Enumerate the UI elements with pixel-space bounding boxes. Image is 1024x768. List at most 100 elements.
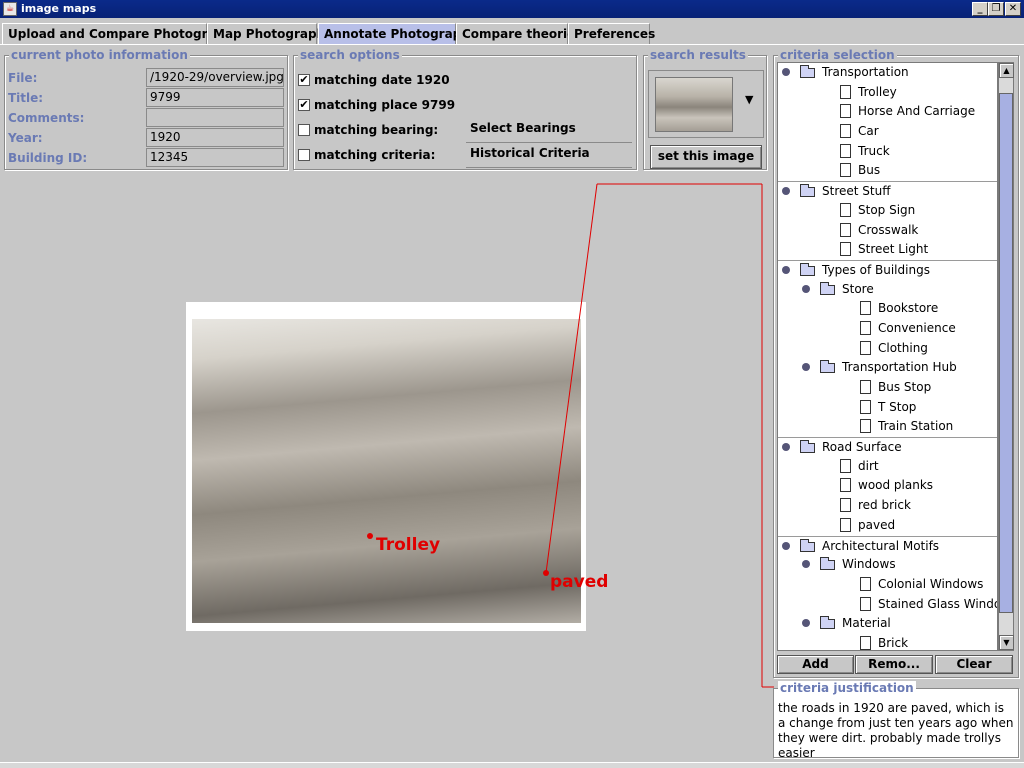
tree-scrollbar[interactable]: ▲ ▼ <box>998 62 1014 651</box>
tree-item-label: Colonial Windows <box>878 576 984 591</box>
tree-item-label: Convenience <box>878 320 956 335</box>
tree-item-label: Material <box>842 616 891 631</box>
scroll-up-icon[interactable]: ▲ <box>999 63 1014 78</box>
trolley-annotation-label[interactable]: Trolley <box>376 535 440 555</box>
document-icon <box>840 222 851 237</box>
document-icon <box>840 498 851 513</box>
tree-leaf-row[interactable]: Bookstore <box>778 299 997 319</box>
tree-item-label: Crosswalk <box>858 222 919 237</box>
folder-icon <box>800 262 815 276</box>
expand-bullet-icon[interactable] <box>782 68 790 76</box>
document-icon <box>840 458 851 473</box>
tree-item-label: Transportation <box>822 65 909 79</box>
trolley-marker[interactable] <box>367 533 373 539</box>
tree-item-label: Bus <box>858 163 881 178</box>
tree-leaf-row[interactable]: Stop Sign <box>778 201 997 221</box>
tree-leaf-row[interactable]: Truck <box>778 142 997 162</box>
tree-folder-row[interactable]: Road Surface <box>778 437 997 457</box>
tree-leaf-row[interactable]: T Stop <box>778 398 997 418</box>
tree-item-label: Types of Buildings <box>822 262 930 277</box>
tree-folder-row[interactable]: Architectural Motifs <box>778 535 997 556</box>
expand-bullet-icon[interactable] <box>802 619 810 628</box>
document-icon <box>860 340 871 355</box>
folder-icon <box>820 557 835 571</box>
criteria-title: criteria selection <box>778 48 897 62</box>
document-icon <box>860 419 871 434</box>
tree-item-label: Windows <box>842 557 896 572</box>
tree-item-label: Bookstore <box>878 301 939 316</box>
tree-item-label: Street Stuff <box>822 184 891 199</box>
tree-leaf-row[interactable]: red brick <box>778 496 997 516</box>
tree-folder-row[interactable]: Store <box>778 280 997 300</box>
document-icon <box>840 242 851 257</box>
tree-folder-row[interactable]: Transportation Hub <box>778 358 997 378</box>
criteria-tree[interactable]: Transportation Trolley Horse And Carriage C… <box>777 62 998 651</box>
tree-item-label: Brick <box>878 635 909 650</box>
tree-leaf-row[interactable]: Convenience <box>778 319 997 339</box>
tree-folder-row[interactable]: Transportation <box>778 63 997 83</box>
tree-leaf-row[interactable]: Car <box>778 122 997 142</box>
expand-bullet-icon[interactable] <box>802 560 810 569</box>
tree-item-label: T Stop <box>878 399 917 414</box>
expand-bullet-icon[interactable] <box>782 187 790 196</box>
tree-leaf-row[interactable]: Stained Glass Windows <box>778 595 997 615</box>
folder-icon <box>800 184 815 198</box>
expand-bullet-icon[interactable] <box>802 284 810 293</box>
folder-icon <box>820 616 835 630</box>
tree-leaf-row[interactable]: paved <box>778 516 997 536</box>
paved-marker[interactable] <box>543 570 549 576</box>
clear-button[interactable]: Clear <box>935 655 1013 674</box>
folder-icon <box>800 538 815 552</box>
tree-item-label: Clothing <box>878 340 928 355</box>
expand-bullet-icon[interactable] <box>782 265 790 274</box>
tree-item-label: red brick <box>858 498 911 513</box>
remove-button[interactable]: Remo... <box>855 655 933 674</box>
tree-item-label: Store <box>842 281 874 296</box>
tree-leaf-row[interactable]: Train Station <box>778 417 997 437</box>
tree-leaf-row[interactable]: Brick <box>778 634 997 650</box>
tree-leaf-row[interactable]: Bus Stop <box>778 378 997 398</box>
leader-line-diagonal <box>545 183 598 574</box>
tree-leaf-row[interactable]: dirt <box>778 457 997 477</box>
document-icon <box>840 84 851 99</box>
tree-item-label: wood planks <box>858 478 934 493</box>
document-icon <box>860 576 871 591</box>
add-button[interactable]: Add <box>777 655 854 674</box>
tree-item-label: paved <box>858 517 896 532</box>
tree-leaf-row[interactable]: Bus <box>778 161 997 181</box>
folder-icon <box>820 360 835 374</box>
tree-leaf-row[interactable]: Street Light <box>778 240 997 260</box>
tree-leaf-row[interactable]: Clothing <box>778 339 997 359</box>
document-icon <box>840 124 851 139</box>
expand-bullet-icon[interactable] <box>802 363 810 372</box>
tree-folder-row[interactable]: Types of Buildings <box>778 259 997 280</box>
tree-item-label: Stop Sign <box>858 202 916 217</box>
justification-panel: criteria justification the roads in 1920… <box>773 681 1019 761</box>
folder-icon <box>800 65 815 78</box>
tree-leaf-row[interactable]: Colonial Windows <box>778 575 997 595</box>
tree-item-label: Transportation Hub <box>842 360 957 375</box>
document-icon <box>860 635 871 650</box>
tree-item-label: Car <box>858 124 879 139</box>
scroll-down-icon[interactable]: ▼ <box>999 635 1014 650</box>
tree-folder-row[interactable]: Windows <box>778 555 997 575</box>
tree-leaf-row[interactable]: wood planks <box>778 476 997 496</box>
scroll-thumb[interactable] <box>999 93 1013 613</box>
tree-item-label: Horse And Carriage <box>858 104 976 119</box>
tree-leaf-row[interactable]: Crosswalk <box>778 221 997 241</box>
justification-text[interactable]: the roads in 1920 are paved, which is a … <box>778 701 1014 761</box>
tree-leaf-row[interactable]: Trolley <box>778 83 997 103</box>
tree-item-label: Bus Stop <box>878 380 932 394</box>
tree-leaf-row[interactable]: Horse And Carriage <box>778 102 997 122</box>
tree-item-label: dirt <box>858 458 879 473</box>
tree-folder-row[interactable]: Street Stuff <box>778 181 997 201</box>
paved-annotation-label[interactable]: paved <box>550 572 608 592</box>
folder-icon <box>820 281 835 295</box>
tree-folder-row[interactable]: Material <box>778 614 997 634</box>
document-icon <box>860 399 871 414</box>
expand-bullet-icon[interactable] <box>782 443 790 452</box>
document-icon <box>840 478 851 493</box>
document-icon <box>860 596 871 611</box>
expand-bullet-icon[interactable] <box>782 541 790 550</box>
tree-item-label: Truck <box>858 143 890 158</box>
